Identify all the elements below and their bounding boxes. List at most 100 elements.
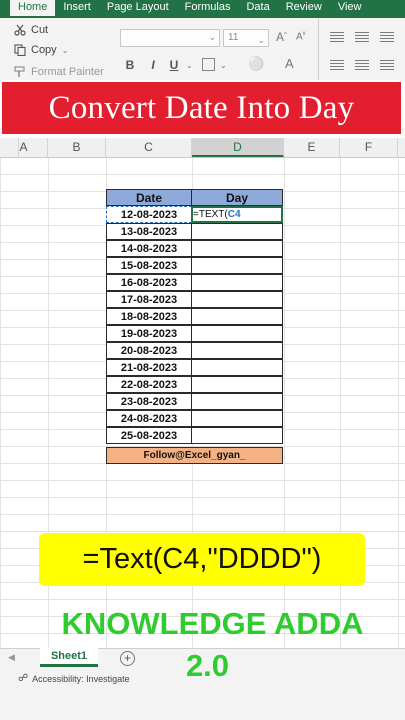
italic-button[interactable]: I [146, 58, 160, 72]
table-footer-credit[interactable]: Follow@Excel_gyan_ [106, 447, 283, 464]
align-top-icon[interactable] [330, 32, 344, 42]
date-cell[interactable]: 18-08-2023 [106, 308, 192, 325]
day-cell[interactable] [191, 359, 283, 376]
date-cell[interactable]: 24-08-2023 [106, 410, 192, 427]
table-row: 22-08-2023 [106, 376, 283, 394]
date-cell[interactable]: 17-08-2023 [106, 291, 192, 308]
brand-line-2: 2.0 [185, 648, 230, 683]
date-cell[interactable]: 21-08-2023 [106, 359, 192, 376]
formula-prefix: =TEXT( [193, 209, 228, 220]
table-row: 21-08-2023 [106, 359, 283, 377]
ribbon-divider [318, 18, 319, 82]
date-cell[interactable]: 14-08-2023 [106, 240, 192, 257]
column-header-a[interactable]: A [0, 138, 48, 157]
column-header-e[interactable]: E [284, 138, 340, 157]
date-table: Date Day 12-08-2023 =TEXT(C4 13-08-2023 … [106, 189, 283, 445]
cut-button[interactable]: Cut [14, 24, 48, 36]
header-date[interactable]: Date [106, 189, 192, 206]
align-center-icon[interactable] [355, 60, 369, 70]
align-left-icon[interactable] [330, 60, 344, 70]
formula-cell-ref: C4 [227, 209, 241, 220]
table-row: 15-08-2023 [106, 257, 283, 275]
date-cell-c4[interactable]: 12-08-2023 [106, 206, 192, 223]
fill-color-icon[interactable]: ⚪ [248, 56, 264, 72]
table-row: 17-08-2023 [106, 291, 283, 309]
table-row: 20-08-2023 [106, 342, 283, 360]
grid-line [398, 158, 399, 648]
font-size-select[interactable]: 11 ⌄ [223, 29, 269, 47]
day-cell[interactable] [191, 325, 283, 342]
table-row: 18-08-2023 [106, 308, 283, 326]
decrease-font-icon: A [296, 31, 303, 43]
day-cell[interactable] [191, 291, 283, 308]
table-row: 23-08-2023 [106, 393, 283, 411]
ribbon-tab-formulas[interactable]: Formulas [177, 0, 239, 18]
format-painter-label: Format Painter [31, 66, 104, 78]
day-cell-d4-editing[interactable]: =TEXT(C4 [191, 206, 283, 223]
day-cell[interactable] [191, 342, 283, 359]
table-header-row: Date Day [106, 189, 283, 207]
column-header-f[interactable]: F [340, 138, 398, 157]
font-color-button[interactable]: A [285, 56, 294, 71]
format-painter-button[interactable]: Format Painter [14, 66, 104, 78]
date-cell[interactable]: 22-08-2023 [106, 376, 192, 393]
day-cell[interactable] [191, 274, 283, 291]
ribbon-tab-data[interactable]: Data [238, 0, 277, 18]
table-row: 12-08-2023 =TEXT(C4 [106, 206, 283, 224]
day-cell[interactable] [191, 223, 283, 240]
font-color-icon: A [285, 56, 294, 71]
banner-title: Convert Date Into Day [48, 89, 355, 126]
title-banner: Convert Date Into Day [2, 82, 401, 134]
chevron-down-icon[interactable]: ⌄ [62, 46, 69, 55]
copy-button[interactable]: Copy ⌄ [14, 44, 68, 56]
underline-button[interactable]: U [167, 58, 181, 72]
chevron-down-icon: ⌄ [257, 35, 265, 45]
ribbon-tab-review[interactable]: Review [278, 0, 330, 18]
borders-icon[interactable] [202, 58, 215, 71]
chevron-down-icon[interactable]: ⌄ [220, 61, 227, 70]
day-cell[interactable] [191, 427, 283, 444]
brand-line-1: KNOWLEDGE ADDA [61, 606, 364, 641]
day-cell[interactable] [191, 257, 283, 274]
day-cell[interactable] [191, 393, 283, 410]
table-row: 13-08-2023 [106, 223, 283, 241]
column-header-d[interactable]: D [192, 138, 284, 157]
date-cell[interactable]: 23-08-2023 [106, 393, 192, 410]
date-cell[interactable]: 20-08-2023 [106, 342, 192, 359]
table-row: 25-08-2023 [106, 427, 283, 445]
copy-label: Copy [31, 44, 57, 56]
date-cell[interactable]: 13-08-2023 [106, 223, 192, 240]
header-day[interactable]: Day [191, 189, 283, 206]
date-cell[interactable]: 15-08-2023 [106, 257, 192, 274]
column-header-bar: A B C D E F [0, 138, 405, 158]
table-row: 19-08-2023 [106, 325, 283, 343]
table-row: 24-08-2023 [106, 410, 283, 428]
ribbon-tab-view[interactable]: View [330, 0, 370, 18]
scissors-icon [14, 24, 26, 36]
align-bottom-icon[interactable] [380, 32, 394, 42]
ribbon-tab-home[interactable]: Home [10, 0, 56, 18]
bold-button[interactable]: B [123, 58, 137, 72]
ribbon-tab-file[interactable] [0, 0, 10, 18]
ribbon-tab-page-layout[interactable]: Page Layout [99, 0, 177, 18]
date-cell[interactable]: 25-08-2023 [106, 427, 192, 444]
increase-font-button[interactable]: A^ [276, 30, 287, 44]
day-cell[interactable] [191, 410, 283, 427]
formula-callout: =Text(C4,"DDDD") [39, 533, 365, 586]
decrease-font-button[interactable]: Av [296, 31, 306, 42]
column-header-c[interactable]: C [106, 138, 192, 157]
cut-label: Cut [31, 24, 49, 36]
ribbon-home-panel: Cut Copy ⌄ Format Painter ⌄ 11 ⌄ A^ Av B… [0, 18, 405, 83]
align-middle-icon[interactable] [355, 32, 369, 42]
chevron-down-icon[interactable]: ⌄ [186, 61, 193, 70]
date-cell[interactable]: 19-08-2023 [106, 325, 192, 342]
day-cell[interactable] [191, 240, 283, 257]
table-row: 14-08-2023 [106, 240, 283, 258]
day-cell[interactable] [191, 376, 283, 393]
column-header-b[interactable]: B [48, 138, 106, 157]
align-right-icon[interactable] [380, 60, 394, 70]
day-cell[interactable] [191, 308, 283, 325]
font-name-select[interactable]: ⌄ [120, 29, 220, 47]
date-cell[interactable]: 16-08-2023 [106, 274, 192, 291]
ribbon-tab-insert[interactable]: Insert [55, 0, 99, 18]
